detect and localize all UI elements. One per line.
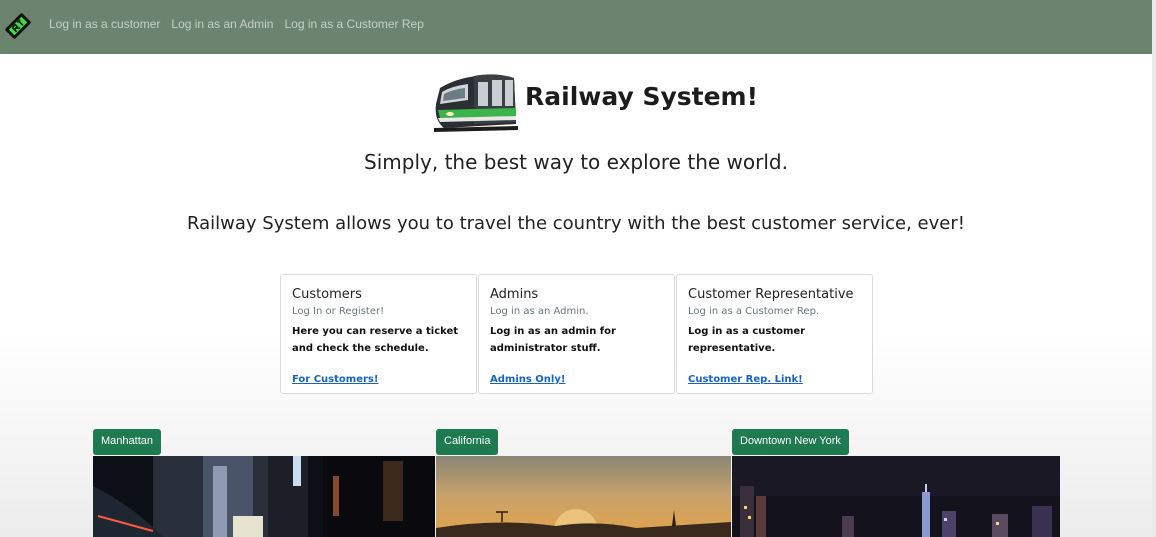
card-subtitle: Log In or Register! <box>292 306 385 317</box>
new-york-skyline-photo <box>732 456 1060 537</box>
manhattan-night-photo <box>93 456 435 537</box>
california-sunset-photo <box>436 456 731 537</box>
top-navbar: Log in as a customer Log in as an Admin … <box>0 0 1156 54</box>
site-title: Railway System! <box>525 82 758 111</box>
nav-links: Log in as a customer Log in as an Admin … <box>49 17 424 31</box>
card-subtitle: Log in as a Customer Rep. <box>688 306 820 317</box>
downtown-new-york-badge[interactable]: Downtown New York <box>732 429 849 455</box>
nav-link-customer[interactable]: Log in as a customer <box>49 17 160 31</box>
nav-link-customer-rep[interactable]: Log in as a Customer Rep <box>284 17 423 31</box>
card-title: Admins <box>490 287 539 302</box>
customer-rep-card: Customer Representative Log in as a Cust… <box>676 274 873 394</box>
card-subtitle: Log in as an Admin. <box>490 306 589 317</box>
card-text: Here you can reserve a ticket and check … <box>292 326 459 354</box>
customers-card: Customers Log In or Register! Here you c… <box>280 274 477 394</box>
train-ticket-icon[interactable] <box>2 10 34 42</box>
admins-card: Admins Log in as an Admin. Log in as an … <box>478 274 675 394</box>
tagline: Simply, the best way to explore the worl… <box>364 150 788 174</box>
customers-link[interactable]: For Customers! <box>292 374 378 385</box>
california-badge[interactable]: California <box>436 429 499 455</box>
description: Railway System allows you to travel the … <box>187 213 965 234</box>
card-text: Log in as a customer representative. <box>688 326 806 354</box>
train-image <box>434 74 518 132</box>
scrollbar[interactable] <box>1152 0 1156 537</box>
manhattan-badge[interactable]: Manhattan <box>93 429 161 455</box>
card-text: Log in as an admin for administrator stu… <box>490 326 616 354</box>
admins-link[interactable]: Admins Only! <box>490 374 565 385</box>
card-title: Customer Representative <box>688 287 854 302</box>
customer-rep-link[interactable]: Customer Rep. Link! <box>688 374 803 385</box>
nav-link-admin[interactable]: Log in as an Admin <box>171 17 273 31</box>
card-title: Customers <box>292 287 362 302</box>
